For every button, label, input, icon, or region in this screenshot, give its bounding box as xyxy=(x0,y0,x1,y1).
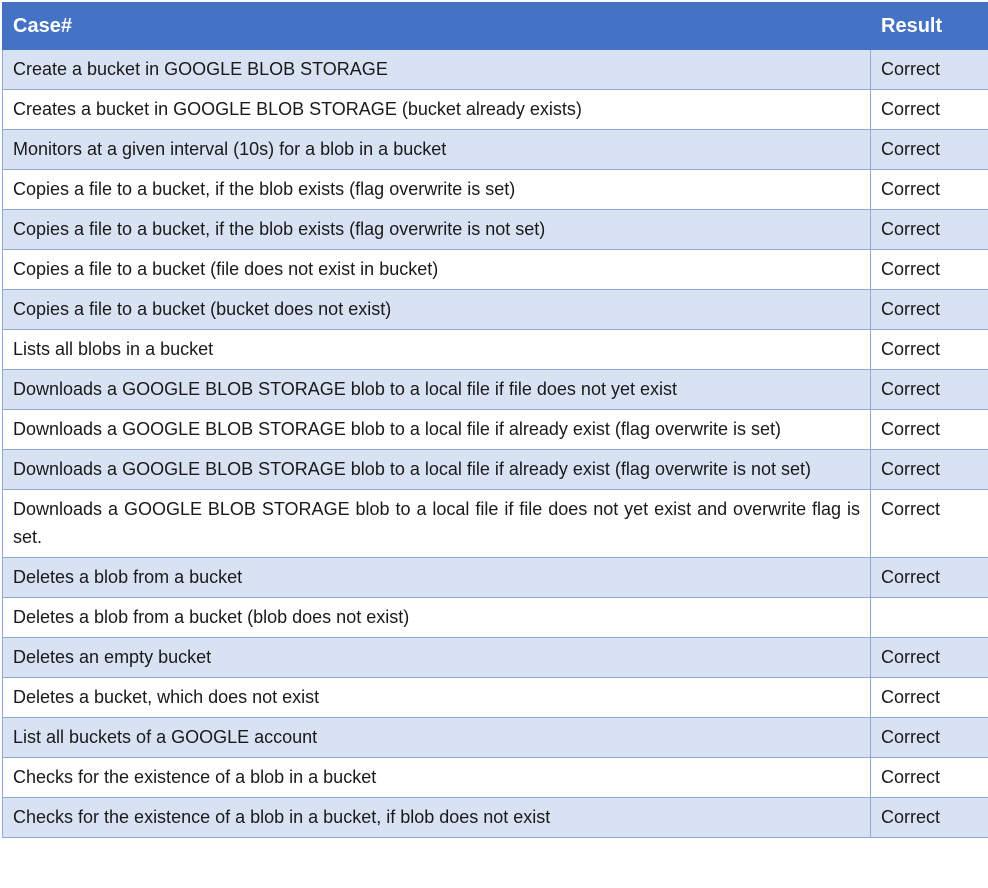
table-row: Deletes an empty bucket Correct xyxy=(2,637,988,678)
case-cell: Checks for the existence of a blob in a … xyxy=(2,757,871,798)
case-cell: Downloads a GOOGLE BLOB STORAGE blob to … xyxy=(2,369,871,410)
table-row: Checks for the existence of a blob in a … xyxy=(2,757,988,798)
result-cell: Correct xyxy=(870,409,988,450)
result-cell: Correct xyxy=(870,797,988,838)
result-cell: Correct xyxy=(870,49,988,90)
table-row: Deletes a blob from a bucket Correct xyxy=(2,557,988,598)
case-cell: Copies a file to a bucket (bucket does n… xyxy=(2,289,871,330)
table-row: Downloads a GOOGLE BLOB STORAGE blob to … xyxy=(2,489,988,558)
result-cell xyxy=(870,597,988,638)
result-cell: Correct xyxy=(870,89,988,130)
case-cell: Copies a file to a bucket (file does not… xyxy=(2,249,871,290)
table-row: Downloads a GOOGLE BLOB STORAGE blob to … xyxy=(2,449,988,490)
header-row: Case# Result xyxy=(2,2,988,50)
table-row: Deletes a bucket, which does not exist C… xyxy=(2,677,988,718)
case-cell: Lists all blobs in a bucket xyxy=(2,329,871,370)
result-cell: Correct xyxy=(870,677,988,718)
result-cell: Correct xyxy=(870,489,988,558)
table-row: Create a bucket in GOOGLE BLOB STORAGE C… xyxy=(2,49,988,90)
result-cell: Correct xyxy=(870,129,988,170)
case-cell: Copies a file to a bucket, if the blob e… xyxy=(2,169,871,210)
table-row: Copies a file to a bucket (file does not… xyxy=(2,249,988,290)
table-row: Monitors at a given interval (10s) for a… xyxy=(2,129,988,170)
result-cell: Correct xyxy=(870,249,988,290)
result-cell: Correct xyxy=(870,169,988,210)
case-cell: Creates a bucket in GOOGLE BLOB STORAGE … xyxy=(2,89,871,130)
table-header: Case# Result xyxy=(2,2,988,50)
result-cell: Correct xyxy=(870,637,988,678)
case-cell: Deletes a blob from a bucket xyxy=(2,557,871,598)
table-row: Downloads a GOOGLE BLOB STORAGE blob to … xyxy=(2,409,988,450)
table-row: Checks for the existence of a blob in a … xyxy=(2,797,988,838)
table-body: Create a bucket in GOOGLE BLOB STORAGE C… xyxy=(2,49,988,838)
case-cell: Downloads a GOOGLE BLOB STORAGE blob to … xyxy=(2,489,871,558)
case-cell: Checks for the existence of a blob in a … xyxy=(2,797,871,838)
case-cell: Deletes a bucket, which does not exist xyxy=(2,677,871,718)
case-column-header: Case# xyxy=(2,2,871,50)
table-row: Copies a file to a bucket (bucket does n… xyxy=(2,289,988,330)
result-cell: Correct xyxy=(870,757,988,798)
result-cell: Correct xyxy=(870,209,988,250)
table-row: Downloads a GOOGLE BLOB STORAGE blob to … xyxy=(2,369,988,410)
result-cell: Correct xyxy=(870,557,988,598)
case-cell: Deletes a blob from a bucket (blob does … xyxy=(2,597,871,638)
table-row: List all buckets of a GOOGLE account Cor… xyxy=(2,717,988,758)
case-cell: Monitors at a given interval (10s) for a… xyxy=(2,129,871,170)
case-cell: Copies a file to a bucket, if the blob e… xyxy=(2,209,871,250)
result-cell: Correct xyxy=(870,289,988,330)
result-cell: Correct xyxy=(870,449,988,490)
table-row: Creates a bucket in GOOGLE BLOB STORAGE … xyxy=(2,89,988,130)
case-cell: Create a bucket in GOOGLE BLOB STORAGE xyxy=(2,49,871,90)
result-cell: Correct xyxy=(870,717,988,758)
table-row: Copies a file to a bucket, if the blob e… xyxy=(2,209,988,250)
table-row: Deletes a blob from a bucket (blob does … xyxy=(2,597,988,638)
case-cell: Downloads a GOOGLE BLOB STORAGE blob to … xyxy=(2,409,871,450)
case-cell: Downloads a GOOGLE BLOB STORAGE blob to … xyxy=(2,449,871,490)
table-row: Copies a file to a bucket, if the blob e… xyxy=(2,169,988,210)
case-cell: List all buckets of a GOOGLE account xyxy=(2,717,871,758)
table-row: Lists all blobs in a bucket Correct xyxy=(2,329,988,370)
test-results-table: Case# Result Create a bucket in GOOGLE B… xyxy=(2,2,988,838)
result-cell: Correct xyxy=(870,369,988,410)
result-column-header: Result xyxy=(870,2,988,50)
result-cell: Correct xyxy=(870,329,988,370)
case-cell: Deletes an empty bucket xyxy=(2,637,871,678)
